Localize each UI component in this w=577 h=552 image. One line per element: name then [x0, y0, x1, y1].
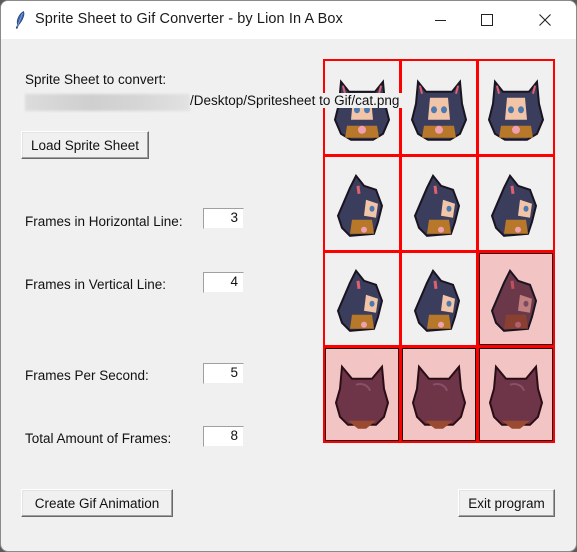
vertical-frames-label: Frames in Vertical Line: — [25, 277, 167, 292]
horizontal-frames-label: Frames in Horizontal Line: — [25, 214, 183, 229]
app-window: Sprite Sheet to Gif Converter - by Lion … — [0, 0, 577, 552]
sprite-side-image — [413, 173, 461, 237]
sprite-frame-excluded — [477, 251, 555, 347]
minimize-button[interactable] — [417, 1, 463, 39]
load-sprite-sheet-button[interactable]: Load Sprite Sheet — [21, 131, 149, 159]
maximize-button[interactable] — [464, 1, 510, 39]
sprite-back-image — [334, 363, 390, 429]
fps-input[interactable]: 5 — [203, 363, 244, 384]
sprite-frame-selected — [477, 155, 555, 252]
total-frames-input[interactable]: 8 — [203, 426, 244, 447]
fps-label: Frames Per Second: — [25, 368, 149, 383]
sprite-back-image — [488, 363, 544, 429]
sprite-side-image — [490, 268, 538, 332]
sprite-front-image — [333, 78, 391, 141]
sprite-frame-selected — [323, 251, 401, 347]
minimize-icon — [434, 19, 446, 21]
vertical-frames-input[interactable]: 4 — [203, 272, 244, 293]
sprite-side-image — [336, 173, 384, 237]
sprite-side-image — [336, 268, 384, 332]
total-frames-label: Total Amount of Frames: — [25, 431, 172, 446]
title-bar[interactable]: Sprite Sheet to Gif Converter - by Lion … — [1, 1, 576, 39]
sprite-side-image — [490, 173, 538, 237]
sprite-sheet-preview — [323, 59, 555, 443]
sprite-front-image — [487, 78, 545, 141]
sprite-frame-selected — [400, 155, 478, 252]
path-redacted — [25, 94, 190, 111]
sprite-frame-selected — [400, 59, 478, 156]
sprite-frame-selected — [477, 59, 555, 156]
sprite-frame-selected — [400, 251, 478, 347]
sprite-frame-excluded — [323, 346, 401, 443]
maximize-icon — [481, 14, 493, 26]
sprite-side-image — [413, 268, 461, 332]
main-content: Sprite Sheet to convert: /Desktop/Sprite… — [1, 39, 576, 551]
window-title: Sprite Sheet to Gif Converter - by Lion … — [35, 11, 343, 27]
sheet-path: /Desktop/Spritesheet to Gif/cat.png — [190, 93, 404, 108]
close-icon — [539, 14, 551, 26]
sprite-frame-excluded — [400, 346, 478, 443]
sprite-front-image — [410, 78, 468, 141]
feather-icon — [15, 11, 25, 29]
sprite-frame-excluded — [477, 346, 555, 443]
exit-program-button[interactable]: Exit program — [458, 489, 555, 517]
close-button[interactable] — [522, 1, 568, 39]
create-gif-button[interactable]: Create Gif Animation — [21, 489, 173, 517]
sheet-label: Sprite Sheet to convert: — [25, 72, 167, 87]
sprite-frame-selected — [323, 155, 401, 252]
horizontal-frames-input[interactable]: 3 — [203, 208, 244, 229]
sprite-back-image — [411, 363, 467, 429]
